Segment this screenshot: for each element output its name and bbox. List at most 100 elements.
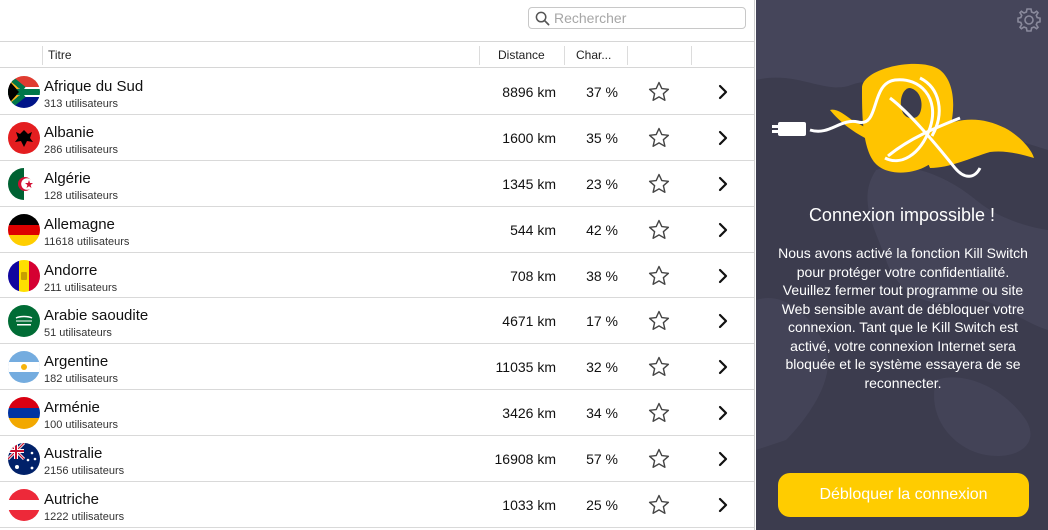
unblock-connection-button[interactable]: Débloquer la connexion (778, 473, 1029, 517)
chevron-right-icon[interactable] (717, 130, 729, 146)
country-name: Arabie saoudite (44, 307, 149, 325)
user-count: 51 utilisateurs (44, 327, 112, 340)
load-value: 32 % (586, 359, 618, 376)
flag-icon-saudi-arabia (8, 305, 40, 338)
country-name: Allemagne (44, 215, 115, 233)
search-box[interactable] (528, 7, 746, 29)
favorite-star-icon[interactable] (647, 80, 671, 104)
distance-value: 11035 km (495, 359, 556, 376)
distance-value: 708 km (510, 267, 556, 284)
table-header: Titre Distance Char... (0, 43, 754, 68)
server-row[interactable]: Andorre 211 utilisateurs 708 km 38 % (0, 252, 754, 299)
server-row[interactable]: Algérie 128 utilisateurs 1345 km 23 % (0, 160, 754, 207)
toolbar (0, 0, 754, 42)
distance-value: 1600 km (502, 129, 556, 146)
distance-value: 544 km (510, 221, 556, 238)
load-value: 42 % (586, 221, 618, 238)
user-count: 313 utilisateurs (44, 98, 118, 110)
server-list: Afrique du Sud 313 utilisateurs 8896 km 37 … (0, 69, 754, 528)
chevron-right-icon[interactable] (717, 268, 729, 284)
search-input[interactable] (554, 10, 744, 26)
chevron-right-icon[interactable] (717, 84, 729, 100)
gear-icon[interactable] (1016, 7, 1042, 33)
chevron-right-icon[interactable] (717, 313, 729, 329)
country-name: Albanie (44, 123, 95, 141)
search-icon (535, 11, 550, 25)
column-header-title[interactable]: Titre (48, 43, 72, 68)
distance-value: 8896 km (502, 84, 556, 100)
chevron-right-icon[interactable] (717, 359, 729, 375)
user-count: 11618 utilisateurs (44, 235, 130, 248)
panel-title: Connexion impossible ! (808, 205, 996, 225)
column-separator (564, 46, 565, 65)
flag-icon-australia (8, 443, 40, 476)
flag-icon-germany (8, 213, 40, 246)
load-value: 37 % (586, 84, 618, 100)
favorite-star-icon[interactable] (647, 493, 671, 517)
distance-value: 3426 km (502, 405, 556, 422)
country-name: Australie (44, 445, 103, 463)
load-value: 35 % (586, 129, 618, 146)
user-count: 211 utilisateurs (44, 281, 118, 294)
panel-message: Nous avons activé la fonction Kill Switc… (778, 245, 1028, 391)
favorite-star-icon[interactable] (647, 309, 671, 333)
server-row[interactable]: Allemagne 11618 utilisateurs 544 km 42 % (0, 206, 754, 253)
load-value: 25 % (586, 497, 618, 514)
flag-icon-armenia (8, 397, 40, 430)
favorite-star-icon[interactable] (647, 172, 671, 196)
country-name: Afrique du Sud (44, 78, 144, 95)
favorite-star-icon[interactable] (647, 401, 671, 425)
flag-icon-austria (8, 489, 40, 522)
user-count: 1222 utilisateurs (44, 511, 125, 524)
chevron-right-icon[interactable] (717, 405, 729, 421)
load-value: 57 % (586, 451, 618, 468)
favorite-star-icon[interactable] (647, 218, 671, 242)
flag-icon-south-africa (8, 76, 40, 108)
column-header-load[interactable]: Char... (576, 43, 611, 68)
user-count: 2156 utilisateurs (44, 465, 125, 478)
country-name: Arménie (44, 399, 100, 417)
column-separator (691, 46, 692, 65)
distance-value: 4671 km (502, 313, 556, 330)
distance-value: 1345 km (502, 175, 556, 192)
user-count: 100 utilisateurs (44, 419, 118, 432)
load-value: 23 % (586, 175, 618, 192)
flag-icon-argentina (8, 351, 40, 384)
column-separator (42, 46, 43, 65)
favorite-star-icon[interactable] (647, 126, 671, 150)
user-count: 128 utilisateurs (44, 189, 118, 202)
mascot-illustration (772, 63, 1034, 178)
user-count: 286 utilisateurs (44, 143, 118, 156)
country-name: Algérie (44, 169, 91, 187)
load-value: 17 % (586, 313, 618, 330)
server-row[interactable]: Albanie 286 utilisateurs 1600 km 35 % (0, 114, 754, 161)
favorite-star-icon[interactable] (647, 264, 671, 288)
server-row[interactable]: Australie 2156 utilisateurs 16908 km 57 % (0, 436, 754, 483)
column-separator (627, 46, 628, 65)
chevron-right-icon[interactable] (717, 497, 729, 513)
server-row[interactable]: Autriche 1222 utilisateurs 1033 km 25 % (0, 482, 754, 528)
server-row[interactable]: Argentine 182 utilisateurs 11035 km 32 % (0, 344, 754, 391)
favorite-star-icon[interactable] (647, 447, 671, 471)
server-row[interactable]: Arabie saoudite 51 utilisateurs 4671 km 17 … (0, 298, 754, 345)
chevron-right-icon[interactable] (717, 222, 729, 238)
flag-icon-algeria (8, 167, 40, 200)
load-value: 38 % (586, 267, 618, 284)
country-name: Argentine (44, 353, 109, 371)
server-row[interactable]: Afrique du Sud 313 utilisateurs 8896 km 37 … (0, 69, 754, 115)
server-row[interactable]: Arménie 100 utilisateurs 3426 km 34 % (0, 390, 754, 437)
country-name: Autriche (44, 491, 100, 509)
server-list-pane: Titre Distance Char... Afrique du Sud 313… (0, 0, 755, 530)
chevron-right-icon[interactable] (717, 176, 729, 192)
column-separator (479, 46, 480, 65)
country-name: Andorre (44, 261, 98, 279)
kill-switch-panel: Connexion impossible ! Nous avons activé… (756, 0, 1048, 530)
chevron-right-icon[interactable] (717, 451, 729, 467)
load-value: 34 % (586, 405, 618, 422)
column-header-distance[interactable]: Distance (498, 43, 545, 68)
flag-icon-albania (8, 121, 40, 154)
favorite-star-icon[interactable] (647, 355, 671, 379)
user-count: 182 utilisateurs (44, 373, 118, 386)
distance-value: 16908 km (494, 451, 556, 468)
distance-value: 1033 km (502, 497, 556, 514)
